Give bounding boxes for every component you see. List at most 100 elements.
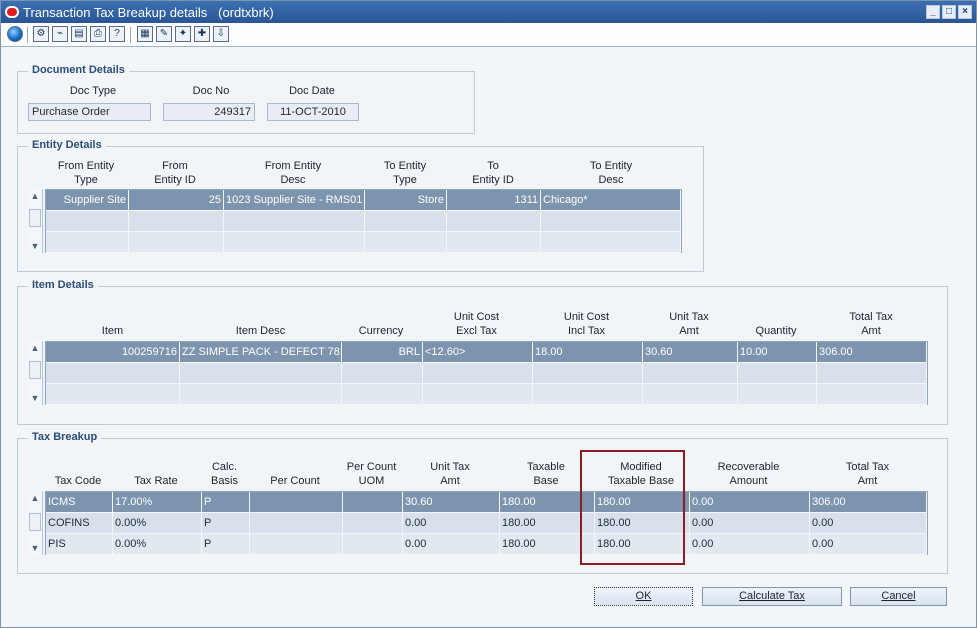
calc-basis-cell[interactable]: P (202, 492, 250, 512)
attachment-icon[interactable]: ⌁ (52, 26, 68, 42)
calculate-tax-button[interactable]: Calculate Tax (702, 587, 842, 606)
currency-cell[interactable] (342, 363, 423, 383)
unit-tax-amt-cell[interactable]: 30.60 (643, 342, 738, 362)
doc-date-field[interactable]: 11-OCT-2010 (267, 103, 359, 121)
from-entity-desc-cell[interactable] (224, 232, 365, 252)
table-row[interactable] (46, 363, 927, 384)
per-count-cell[interactable] (250, 513, 343, 533)
tax-grid-scrollbar[interactable]: ▲ ▼ (27, 491, 43, 555)
close-button[interactable]: × (958, 5, 972, 19)
scroll-up-icon[interactable]: ▲ (29, 190, 41, 202)
total-tax-amt-cell[interactable]: 0.00 (810, 513, 927, 533)
total-tax-amt-cell[interactable]: 0.00 (810, 534, 927, 554)
tax-rate-cell[interactable]: 0.00% (113, 534, 202, 554)
doc-type-field[interactable]: Purchase Order (28, 103, 151, 121)
unit-tax-amt-cell[interactable] (643, 384, 738, 404)
from-entity-id-cell[interactable] (129, 211, 224, 231)
unit-cost-incl-tax-cell[interactable] (533, 363, 643, 383)
calc-basis-cell[interactable]: P (202, 513, 250, 533)
ok-button[interactable]: OK (594, 587, 693, 606)
total-tax-amt-cell[interactable] (817, 384, 927, 404)
quantity-cell[interactable] (738, 363, 817, 383)
from-entity-type-cell[interactable]: Supplier Site (46, 190, 129, 210)
print-icon[interactable]: ⎙ (90, 26, 106, 42)
help-icon[interactable]: ⚙ (33, 26, 49, 42)
scroll-down-icon[interactable]: ▼ (29, 240, 41, 252)
recoverable-amount-cell[interactable]: 0.00 (690, 513, 810, 533)
scroll-up-icon[interactable]: ▲ (29, 492, 41, 504)
from-entity-desc-cell[interactable] (224, 211, 365, 231)
currency-cell[interactable]: BRL (342, 342, 423, 362)
question-icon[interactable]: ? (109, 26, 125, 42)
edit-icon[interactable]: ✎ (156, 26, 172, 42)
tax-code-cell[interactable]: COFINS (46, 513, 113, 533)
tax-rate-cell[interactable]: 17.00% (113, 492, 202, 512)
item-cell[interactable] (46, 363, 180, 383)
to-entity-type-cell[interactable] (365, 211, 447, 231)
globe-icon[interactable] (7, 26, 23, 42)
currency-cell[interactable] (342, 384, 423, 404)
calc-basis-cell[interactable]: P (202, 534, 250, 554)
tax-code-cell[interactable]: ICMS (46, 492, 113, 512)
recoverable-amount-cell[interactable]: 0.00 (690, 534, 810, 554)
unit-tax-amt-cell[interactable]: 0.00 (403, 534, 500, 554)
unit-cost-incl-tax-cell[interactable]: 18.00 (533, 342, 643, 362)
item-desc-cell[interactable] (180, 363, 342, 383)
scroll-up-icon[interactable]: ▲ (29, 342, 41, 354)
restore-button[interactable]: □ (942, 5, 956, 19)
unit-tax-amt-cell[interactable] (643, 363, 738, 383)
item-desc-cell[interactable] (180, 384, 342, 404)
item-cell[interactable] (46, 384, 180, 404)
table-row[interactable] (46, 384, 927, 405)
tools-icon[interactable]: ✚ (194, 26, 210, 42)
unit-cost-excl-tax-cell[interactable] (423, 384, 533, 404)
copy-icon[interactable]: ▤ (71, 26, 87, 42)
from-entity-type-cell[interactable] (46, 211, 129, 231)
unit-cost-incl-tax-cell[interactable] (533, 384, 643, 404)
total-tax-amt-cell[interactable] (817, 363, 927, 383)
to-entity-id-cell[interactable]: 1311 (447, 190, 541, 210)
minimize-button[interactable]: _ (926, 5, 940, 19)
scroll-thumb[interactable] (29, 361, 41, 379)
table-row[interactable] (46, 232, 681, 253)
item-grid-scrollbar[interactable]: ▲ ▼ (27, 341, 43, 405)
per-count-uom-cell[interactable] (343, 513, 403, 533)
scroll-down-icon[interactable]: ▼ (29, 392, 41, 404)
per-count-uom-cell[interactable] (343, 492, 403, 512)
per-count-cell[interactable] (250, 534, 343, 554)
grid-icon[interactable]: ▦ (137, 26, 153, 42)
table-row[interactable]: Supplier Site 25 1023 Supplier Site - RM… (46, 190, 681, 211)
to-entity-desc-cell[interactable] (541, 232, 681, 252)
doc-no-field[interactable]: 249317 (163, 103, 255, 121)
from-entity-desc-cell[interactable]: 1023 Supplier Site - RMS01 D (224, 190, 365, 210)
table-row[interactable]: COFINS 0.00% P 0.00 180.00 180.00 0.00 0… (46, 513, 927, 534)
from-entity-id-cell[interactable] (129, 232, 224, 252)
scroll-down-icon[interactable]: ▼ (29, 542, 41, 554)
from-entity-id-cell[interactable]: 25 (129, 190, 224, 210)
export-icon[interactable]: ⇩ (213, 26, 229, 42)
from-entity-type-cell[interactable] (46, 232, 129, 252)
table-row[interactable]: PIS 0.00% P 0.00 180.00 180.00 0.00 0.00 (46, 534, 927, 555)
entity-grid-scrollbar[interactable]: ▲ ▼ (27, 189, 43, 253)
quantity-cell[interactable] (738, 384, 817, 404)
recoverable-amount-cell[interactable]: 0.00 (690, 492, 810, 512)
total-tax-amt-cell[interactable]: 306.00 (817, 342, 927, 362)
to-entity-id-cell[interactable] (447, 232, 541, 252)
cancel-button[interactable]: Cancel (850, 587, 947, 606)
total-tax-amt-cell[interactable]: 306.00 (810, 492, 927, 512)
to-entity-type-cell[interactable]: Store (365, 190, 447, 210)
unit-cost-excl-tax-cell[interactable]: <12.60> (423, 342, 533, 362)
unit-tax-amt-cell[interactable]: 0.00 (403, 513, 500, 533)
tax-code-cell[interactable]: PIS (46, 534, 113, 554)
item-cell[interactable]: 100259716 (46, 342, 180, 362)
lightbulb-icon[interactable]: ✦ (175, 26, 191, 42)
per-count-cell[interactable] (250, 492, 343, 512)
to-entity-desc-cell[interactable]: Chicago* (541, 190, 681, 210)
quantity-cell[interactable]: 10.00 (738, 342, 817, 362)
unit-tax-amt-cell[interactable]: 30.60 (403, 492, 500, 512)
table-row[interactable] (46, 211, 681, 232)
tax-rate-cell[interactable]: 0.00% (113, 513, 202, 533)
scroll-thumb[interactable] (29, 209, 41, 227)
scroll-thumb[interactable] (29, 513, 41, 531)
table-row[interactable]: 100259716 ZZ SIMPLE PACK - DEFECT 7817 B… (46, 342, 927, 363)
